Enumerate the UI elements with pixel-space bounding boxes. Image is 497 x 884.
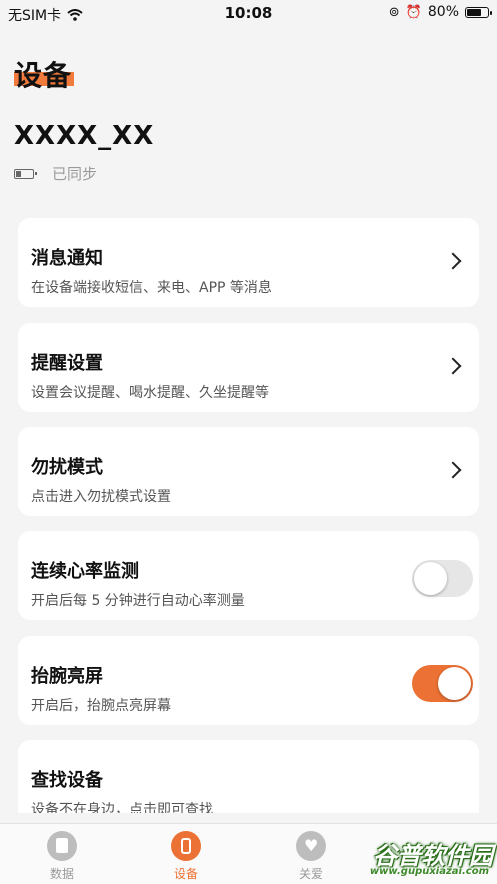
setting-card-do-not-disturb[interactable]: 勿扰模式 点击进入勿扰模式设置 — [18, 427, 479, 516]
watermark-url: www.gupuxiazai.com — [369, 866, 489, 877]
setting-desc: 在设备端接收短信、来电、APP 等消息 — [31, 280, 272, 296]
setting-title: 提醒设置 — [31, 353, 103, 374]
setting-title: 消息通知 — [31, 248, 103, 269]
setting-card-heart-rate: 连续心率监测 开启后每 5 分钟进行自动心率测量 — [18, 531, 479, 620]
tab-label: 关爱 — [298, 867, 323, 881]
status-right: ⊚ ⏰ 80% — [388, 4, 492, 20]
chevron-right-icon — [444, 461, 462, 479]
document-icon — [47, 831, 77, 861]
chevron-right-icon — [444, 357, 462, 375]
page-title: 设备 — [14, 59, 73, 92]
setting-desc: 开启后每 5 分钟进行自动心率测量 — [31, 593, 245, 609]
setting-card-reminders[interactable]: 提醒设置 设置会议提醒、喝水提醒、久坐提醒等 — [18, 323, 479, 412]
watch-icon — [171, 831, 201, 861]
lock-rotation-icon: ⊚ — [388, 4, 400, 20]
heart-rate-toggle[interactable] — [412, 560, 473, 597]
toggle-knob — [438, 667, 471, 700]
setting-desc: 设备不在身边，点击即可查找 — [31, 802, 213, 813]
toggle-knob — [414, 562, 447, 595]
battery-icon — [465, 6, 492, 18]
setting-desc: 设置会议提醒、喝水提醒、久坐提醒等 — [31, 385, 269, 401]
tab-label: 设备 — [173, 867, 198, 881]
raise-to-wake-toggle[interactable] — [412, 665, 473, 702]
sync-status: 已同步 — [52, 165, 98, 183]
setting-title: 抬腕亮屏 — [31, 666, 103, 687]
device-status: 已同步 — [14, 163, 97, 184]
tab-care[interactable]: ♥ 关爱 — [271, 831, 351, 882]
setting-title: 连续心率监测 — [31, 561, 139, 582]
setting-card-notifications[interactable]: 消息通知 在设备端接收短信、来电、APP 等消息 — [18, 218, 479, 307]
setting-card-raise-to-wake: 抬腕亮屏 开启后，抬腕点亮屏幕 — [18, 636, 479, 725]
chevron-right-icon — [444, 252, 462, 270]
setting-card-find-device[interactable]: 查找设备 设备不在身边，点击即可查找 — [18, 740, 479, 813]
setting-title: 查找设备 — [31, 770, 103, 791]
device-name: XXXX_XX — [14, 121, 155, 151]
battery-level — [467, 8, 481, 16]
device-battery-icon — [14, 168, 37, 179]
setting-title: 勿扰模式 — [31, 457, 103, 478]
battery-percent: 80% — [427, 4, 459, 20]
heart-icon: ♥ — [296, 831, 326, 861]
tab-label: 数据 — [49, 867, 74, 881]
setting-desc: 点击进入勿扰模式设置 — [31, 489, 171, 505]
alarm-icon: ⏰ — [405, 4, 422, 20]
tab-data[interactable]: 数据 — [22, 831, 102, 882]
status-bar: 无SIM卡 10:08 ⊚ ⏰ 80% — [0, 0, 497, 26]
tab-device[interactable]: 设备 — [146, 831, 226, 882]
setting-desc: 开启后，抬腕点亮屏幕 — [31, 698, 171, 714]
device-battery-level — [16, 170, 21, 177]
